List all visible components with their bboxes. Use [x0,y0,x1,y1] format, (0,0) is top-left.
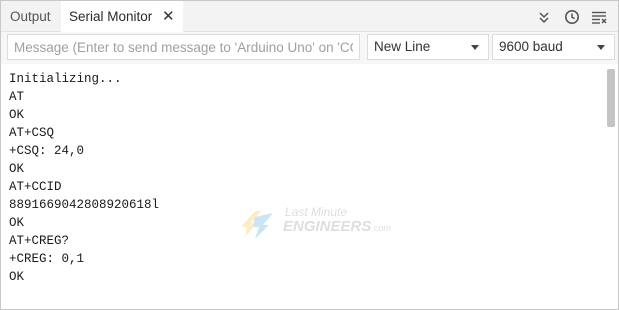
watermark-brand: ENGINEERS [283,218,372,235]
tab-serial-monitor-label: Serial Monitor [69,9,153,24]
tab-output-label: Output [10,9,51,24]
baud-rate-value: 9600 baud [499,39,563,54]
watermark-line1: Last Minute [285,205,348,219]
output-line: AT+CCID [9,180,62,194]
message-input-row: New Line 9600 baud [1,32,618,64]
chevron-down-icon [597,45,605,50]
timestamp-icon[interactable] [564,9,580,25]
clear-output-icon[interactable] [591,9,607,25]
watermark-logo: Last Minute ENGINEERS.com [233,205,403,241]
output-line: AT+CSQ [9,126,55,140]
tab-serial-monitor[interactable]: Serial Monitor ✕ [61,1,183,32]
chevron-down-icon [471,45,479,50]
line-ending-value: New Line [374,39,431,54]
output-line: Initializing... [9,72,122,86]
output-line: AT [9,90,25,104]
output-line: OK [9,108,25,122]
message-input[interactable] [7,34,360,60]
tab-output[interactable]: Output [10,1,51,31]
output-line: +CSQ: 24,0 [9,144,85,158]
output-line: AT+CREG? [9,234,70,248]
close-icon[interactable]: ✕ [162,1,175,33]
scrollbar-thumb[interactable] [607,69,615,127]
serial-output-lines: Initializing... AT OK AT+CSQ +CSQ: 24,0 … [9,70,159,286]
output-line: +CREG: 0,1 [9,252,85,266]
output-line: 8891669042808920618l [9,198,160,212]
baud-rate-select[interactable]: 9600 baud [492,34,615,60]
watermark-line2: ENGINEERS.com [283,218,391,235]
line-ending-select[interactable]: New Line [367,34,489,60]
vertical-scrollbar[interactable] [604,65,618,309]
serial-monitor-window: Output Serial Monitor ✕ New Line [0,0,619,310]
collapse-icon[interactable] [536,9,552,25]
output-line: OK [9,216,25,230]
panel-tab-bar: Output Serial Monitor ✕ [1,1,618,32]
serial-output-area[interactable]: Initializing... AT OK AT+CSQ +CSQ: 24,0 … [1,65,618,309]
output-line: OK [9,162,25,176]
watermark-suffix: .com [371,223,391,233]
output-line: OK [9,270,25,284]
lightning-logo-icon [241,211,273,239]
